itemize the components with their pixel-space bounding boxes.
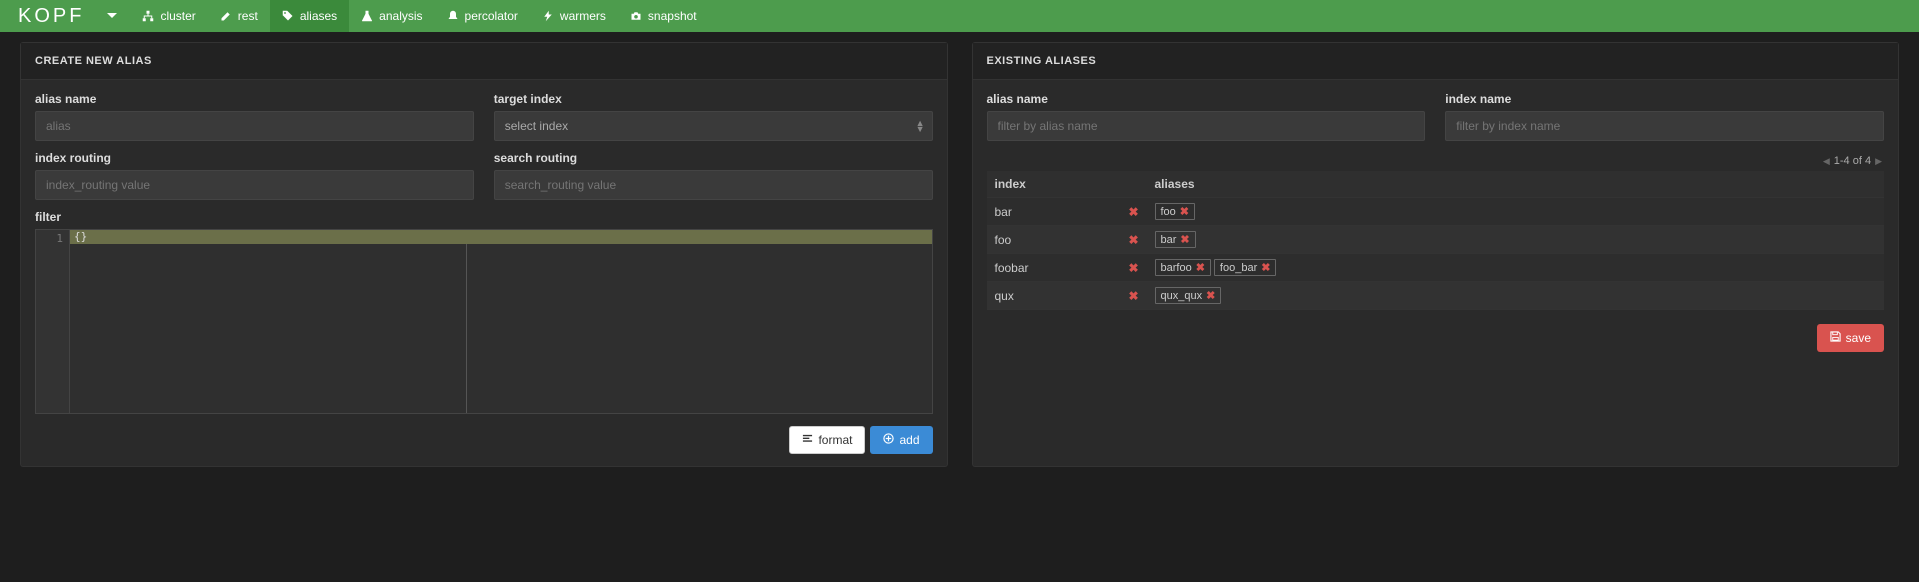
target-index-select[interactable]: select index: [494, 111, 933, 141]
index-name: foobar: [995, 261, 1029, 275]
alias-tag[interactable]: foo ✖: [1155, 203, 1196, 220]
alias-tag-label: foo: [1161, 206, 1176, 218]
alias-tag[interactable]: bar✖: [1155, 231, 1196, 248]
table-row: foobar ✖ barfoo ✖ foo_bar ✖: [987, 254, 1885, 282]
pager: ◀ 1-4 of 4 ▶: [987, 151, 1885, 171]
bolt-icon: [542, 10, 554, 22]
col-index: index: [987, 171, 1147, 198]
nav-rest[interactable]: rest: [208, 0, 270, 32]
index-routing-input[interactable]: [35, 170, 474, 200]
nav-snapshot[interactable]: snapshot: [618, 0, 709, 32]
target-index-label: target index: [494, 92, 933, 106]
format-button[interactable]: format: [789, 426, 865, 454]
table-row: bar ✖ foo ✖: [987, 198, 1885, 226]
edit-icon: [220, 10, 232, 22]
nav-analysis[interactable]: analysis: [349, 0, 434, 32]
editor-content[interactable]: {}: [70, 230, 932, 413]
remove-alias-icon[interactable]: ✖: [1180, 205, 1189, 218]
create-panel: CREATE NEW ALIAS alias name target index…: [20, 42, 948, 467]
alias-tag[interactable]: foo_bar ✖: [1214, 259, 1277, 276]
nav-cluster[interactable]: cluster: [130, 0, 207, 32]
alias-tag[interactable]: barfoo ✖: [1155, 259, 1211, 276]
remove-index-icon[interactable]: ✖: [1128, 289, 1138, 303]
remove-index-icon[interactable]: ✖: [1128, 205, 1138, 219]
editor-indent-guide: [466, 244, 467, 413]
table-row: qux✖qux_qux✖: [987, 282, 1885, 310]
existing-panel: EXISTING ALIASES alias name index name ◀…: [972, 42, 1900, 467]
aliases-table: index aliases bar✖foo✖foo✖bar✖foobar✖bar…: [987, 171, 1885, 310]
pager-next-icon[interactable]: ▶: [1875, 156, 1882, 167]
index-name: bar: [995, 205, 1012, 219]
alias-tag-label: foo_bar: [1220, 262, 1257, 274]
nav-label: aliases: [300, 9, 337, 23]
navbar: KOPF cluster rest aliases analysis perco…: [0, 0, 1919, 32]
index-routing-label: index routing: [35, 151, 474, 165]
remove-index-icon[interactable]: ✖: [1128, 261, 1138, 275]
brand[interactable]: KOPF: [18, 0, 94, 32]
brand-dropdown[interactable]: [94, 0, 130, 32]
caret-down-icon: [106, 12, 118, 20]
nav-label: rest: [238, 9, 258, 23]
alias-tag[interactable]: qux_qux✖: [1155, 287, 1222, 304]
alias-name-label: alias name: [35, 92, 474, 106]
remove-index-icon[interactable]: ✖: [1128, 233, 1138, 247]
alias-tag-label: bar: [1161, 234, 1177, 246]
pager-prev-icon[interactable]: ◀: [1823, 156, 1830, 167]
tags-icon: [282, 10, 294, 22]
index-filter-label: index name: [1445, 92, 1884, 106]
remove-alias-icon[interactable]: ✖: [1180, 233, 1189, 246]
search-routing-input[interactable]: [494, 170, 933, 200]
existing-title: EXISTING ALIASES: [987, 55, 1885, 67]
alias-tag-label: qux_qux: [1161, 290, 1203, 302]
alias-filter-input[interactable]: [987, 111, 1426, 141]
editor-gutter: 1: [36, 230, 70, 413]
index-name: foo: [995, 233, 1012, 247]
index-name: qux: [995, 289, 1014, 303]
alias-tag-label: barfoo: [1161, 262, 1192, 274]
alias-name-input[interactable]: [35, 111, 474, 141]
camera-icon: [630, 10, 642, 22]
remove-alias-icon[interactable]: ✖: [1206, 289, 1215, 302]
nav-label: percolator: [465, 9, 518, 23]
create-title: CREATE NEW ALIAS: [35, 55, 933, 67]
sitemap-icon: [142, 10, 154, 22]
flask-icon: [361, 10, 373, 22]
col-aliases: aliases: [1147, 171, 1885, 198]
filter-editor[interactable]: 1 {}: [35, 229, 933, 414]
nav-aliases[interactable]: aliases: [270, 0, 349, 32]
index-filter-input[interactable]: [1445, 111, 1884, 141]
bell-icon: [447, 10, 459, 22]
nav-warmers[interactable]: warmers: [530, 0, 618, 32]
nav-label: warmers: [560, 9, 606, 23]
remove-alias-icon[interactable]: ✖: [1261, 261, 1270, 274]
alias-filter-label: alias name: [987, 92, 1426, 106]
add-button[interactable]: add: [870, 426, 932, 454]
editor-line: {}: [70, 230, 932, 244]
save-icon: [1830, 331, 1841, 345]
table-row: foo✖bar✖: [987, 226, 1885, 254]
plus-circle-icon: [883, 433, 894, 447]
nav-label: analysis: [379, 9, 422, 23]
search-routing-label: search routing: [494, 151, 933, 165]
align-left-icon: [802, 433, 813, 447]
nav-label: snapshot: [648, 9, 697, 23]
save-button[interactable]: save: [1817, 324, 1884, 352]
filter-label: filter: [35, 210, 933, 224]
remove-alias-icon[interactable]: ✖: [1196, 261, 1205, 274]
nav-percolator[interactable]: percolator: [435, 0, 530, 32]
nav-label: cluster: [160, 9, 195, 23]
